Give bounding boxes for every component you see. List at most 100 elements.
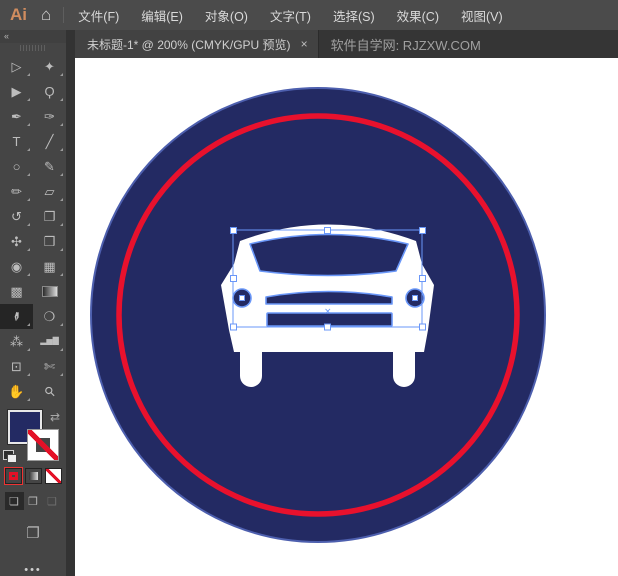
car-wheel-left[interactable]	[240, 351, 262, 387]
type-icon: T	[13, 135, 21, 148]
gradient-tool[interactable]	[33, 279, 66, 304]
draw-inside-mode[interactable]: ❑	[43, 492, 62, 510]
line-segment-tool[interactable]: ╱	[33, 129, 66, 154]
illustrator-logo[interactable]: Ai	[10, 5, 27, 25]
default-fill-stroke-icon[interactable]	[3, 450, 14, 460]
blend-tool[interactable]: ❍	[33, 304, 66, 329]
zoom-icon: ⚲	[42, 383, 58, 399]
draw-normal-mode[interactable]: ❏	[5, 492, 24, 510]
none-button[interactable]	[45, 468, 62, 484]
pencil-tool[interactable]: ✏	[0, 179, 33, 204]
document-tab[interactable]: 未标题-1* @ 200% (CMYK/GPU 预览) ×	[75, 30, 319, 58]
lasso-icon: Ϙ	[44, 85, 54, 98]
column-graph-icon: ▂▅▇	[40, 337, 58, 345]
selection-handle[interactable]	[420, 324, 426, 330]
perspective-grid-tool[interactable]: ▦	[33, 254, 66, 279]
menu-edit[interactable]: 编辑(E)	[141, 6, 183, 25]
selection-handle[interactable]	[325, 228, 331, 234]
eraser-tool[interactable]: ▱	[33, 179, 66, 204]
selection-handle[interactable]	[325, 324, 331, 330]
direct-selection-tool[interactable]: ▶	[0, 79, 33, 104]
scale-icon: ❐	[44, 210, 56, 223]
gradient-button[interactable]	[25, 468, 42, 484]
magic-wand-tool[interactable]: ✦	[33, 54, 66, 79]
fill-stroke-control: ⇄	[0, 408, 66, 461]
selection-handle[interactable]	[420, 276, 426, 282]
mesh-icon: ▩	[10, 285, 22, 298]
eyedropper-tool[interactable]: ✒	[0, 304, 33, 329]
car-windshield[interactable]	[250, 235, 408, 276]
selection-handle[interactable]	[231, 276, 237, 282]
stroke-swatch[interactable]	[27, 429, 59, 461]
lasso-tool[interactable]: Ϙ	[33, 79, 66, 104]
menu-object[interactable]: 对象(O)	[205, 6, 248, 25]
eyedropper-icon: ✒	[9, 310, 24, 323]
ellipse-tool[interactable]: ○	[0, 154, 33, 179]
rotate-icon: ↺	[11, 210, 22, 223]
line-icon: ╱	[46, 135, 54, 148]
selection-handle[interactable]	[231, 228, 237, 234]
pen-icon: ✒	[11, 110, 22, 123]
direct-selection-icon: ▶	[12, 85, 22, 98]
rotate-tool[interactable]: ↺	[0, 204, 33, 229]
menu-bar: Ai ⌂ 文件(F) 编辑(E) 对象(O) 文字(T) 选择(S) 效果(C)…	[0, 0, 618, 30]
free-transform-tool[interactable]: ❒	[33, 229, 66, 254]
paintbrush-icon: ✎	[44, 160, 55, 173]
hand-tool[interactable]: ✋	[0, 379, 33, 404]
artboard-tool[interactable]: ⊡	[0, 354, 33, 379]
blend-icon: ❍	[44, 310, 56, 323]
selection-icon: ▷	[12, 60, 22, 73]
menu-select[interactable]: 选择(S)	[333, 6, 375, 25]
panel-grip[interactable]	[0, 43, 66, 54]
color-type-buttons	[0, 468, 66, 484]
menu-type[interactable]: 文字(T)	[270, 6, 311, 25]
column-graph-tool[interactable]: ▂▅▇	[33, 329, 66, 354]
tool-grid: ▷ ✦ ▶ Ϙ ✒ ✑ T ╱ ○ ✎ ✏ ▱ ↺ ❐ ✣ ❒ ◉ ▦ ▩ ✒	[0, 54, 66, 404]
tools-panel: « ▷ ✦ ▶ Ϙ ✒ ✑ T ╱ ○ ✎ ✏ ▱ ↺ ❐ ✣ ❒ ◉	[0, 30, 66, 576]
symbol-sprayer-tool[interactable]: ⁂	[0, 329, 33, 354]
type-tool[interactable]: T	[0, 129, 33, 154]
draw-inside-icon: ❑	[47, 495, 57, 508]
width-tool[interactable]: ✣	[0, 229, 33, 254]
anchor-point[interactable]	[413, 296, 418, 301]
slice-tool[interactable]: ✄	[33, 354, 66, 379]
divider	[63, 7, 64, 23]
shape-builder-tool[interactable]: ◉	[0, 254, 33, 279]
swap-fill-stroke-icon[interactable]: ⇄	[50, 410, 60, 424]
home-icon[interactable]: ⌂	[41, 5, 51, 25]
symbol-sprayer-icon: ⁂	[10, 335, 23, 348]
draw-behind-mode[interactable]: ❐	[24, 492, 43, 510]
artwork-svg: ×	[75, 58, 618, 576]
draw-normal-icon: ❏	[9, 495, 19, 508]
change-screen-mode-button[interactable]: ❐	[0, 524, 66, 542]
tab-close-icon[interactable]: ×	[301, 37, 308, 51]
magic-wand-icon: ✦	[44, 60, 55, 73]
color-button[interactable]	[5, 468, 22, 484]
mesh-tool[interactable]: ▩	[0, 279, 33, 304]
slice-icon: ✄	[44, 360, 55, 373]
collapse-panel-icon[interactable]: «	[4, 31, 9, 41]
eraser-icon: ▱	[45, 185, 55, 198]
free-transform-icon: ❒	[44, 235, 56, 248]
scale-tool[interactable]: ❐	[33, 204, 66, 229]
menu-view[interactable]: 视图(V)	[461, 6, 503, 25]
selection-tool[interactable]: ▷	[0, 54, 33, 79]
panel-header: «	[0, 30, 66, 43]
selection-handle[interactable]	[231, 324, 237, 330]
hand-icon: ✋	[8, 385, 24, 398]
curvature-tool[interactable]: ✑	[33, 104, 66, 129]
car-wheel-right[interactable]	[393, 351, 415, 387]
artboard-icon: ⊡	[11, 360, 22, 373]
draw-behind-icon: ❐	[28, 495, 38, 508]
zoom-tool[interactable]: ⚲	[33, 379, 66, 404]
artboard-canvas[interactable]: ×	[75, 58, 618, 576]
menu-effect[interactable]: 效果(C)	[397, 6, 439, 25]
selection-handle[interactable]	[420, 228, 426, 234]
width-icon: ✣	[11, 235, 22, 248]
pen-tool[interactable]: ✒	[0, 104, 33, 129]
curvature-icon: ✑	[44, 110, 55, 123]
edit-toolbar-button[interactable]: •••	[0, 564, 66, 576]
menu-file[interactable]: 文件(F)	[78, 6, 119, 25]
anchor-point[interactable]	[240, 296, 245, 301]
paintbrush-tool[interactable]: ✎	[33, 154, 66, 179]
